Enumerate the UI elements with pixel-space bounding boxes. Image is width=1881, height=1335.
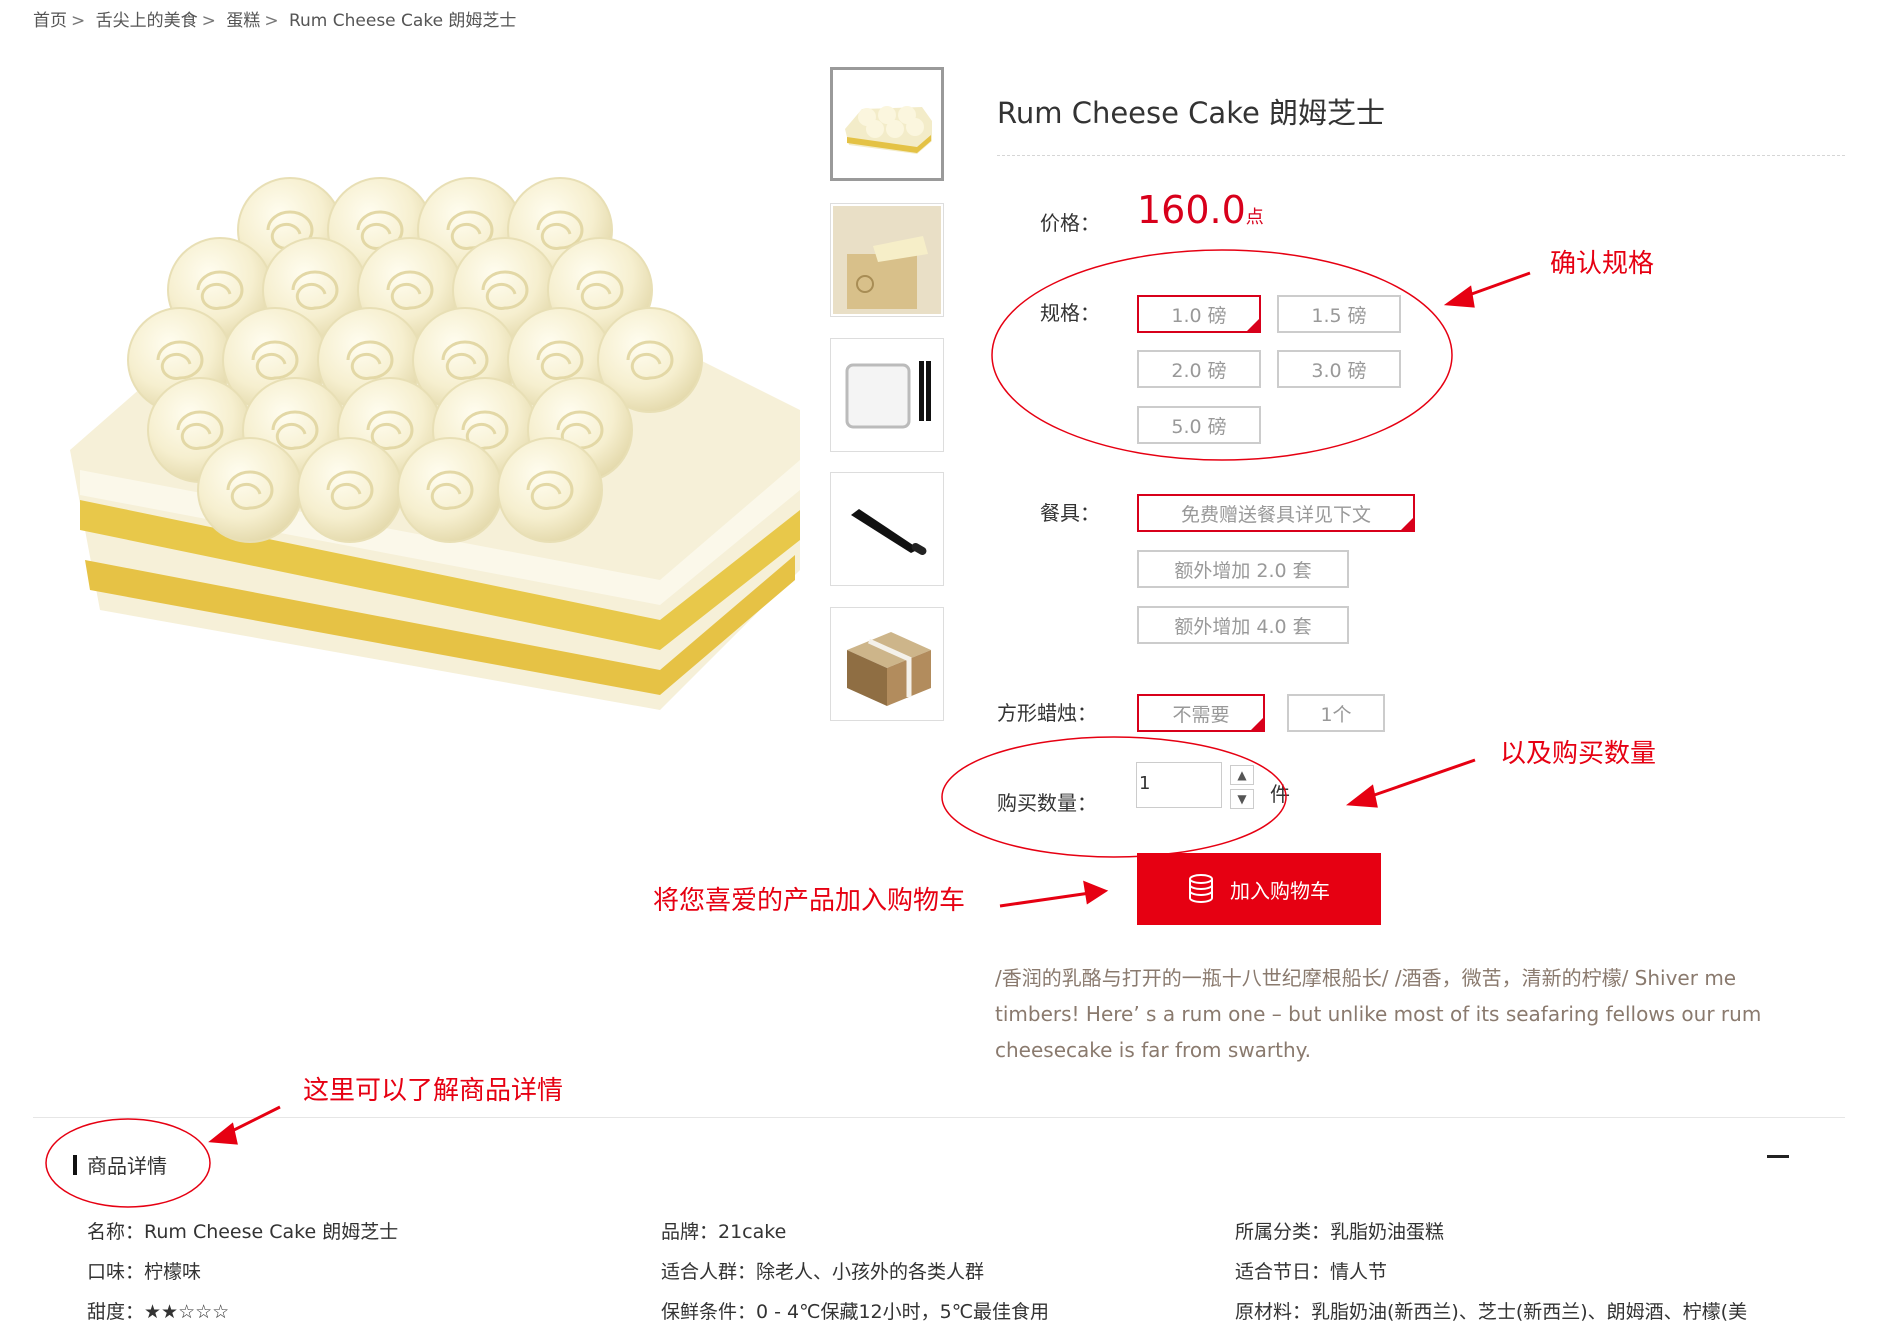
arrow-head <box>1345 784 1378 808</box>
arrow-head <box>208 1122 238 1145</box>
annotation-overlay <box>45 249 1531 1208</box>
arrow-line <box>1359 758 1476 802</box>
arrow-line <box>999 891 1091 908</box>
annotation-ellipse-detail <box>45 1118 211 1208</box>
annotation-ellipse-qty <box>941 736 1287 858</box>
arrow-head <box>1443 285 1475 308</box>
annotation-ellipse-spec <box>991 249 1453 461</box>
arrow-head <box>1083 880 1109 905</box>
